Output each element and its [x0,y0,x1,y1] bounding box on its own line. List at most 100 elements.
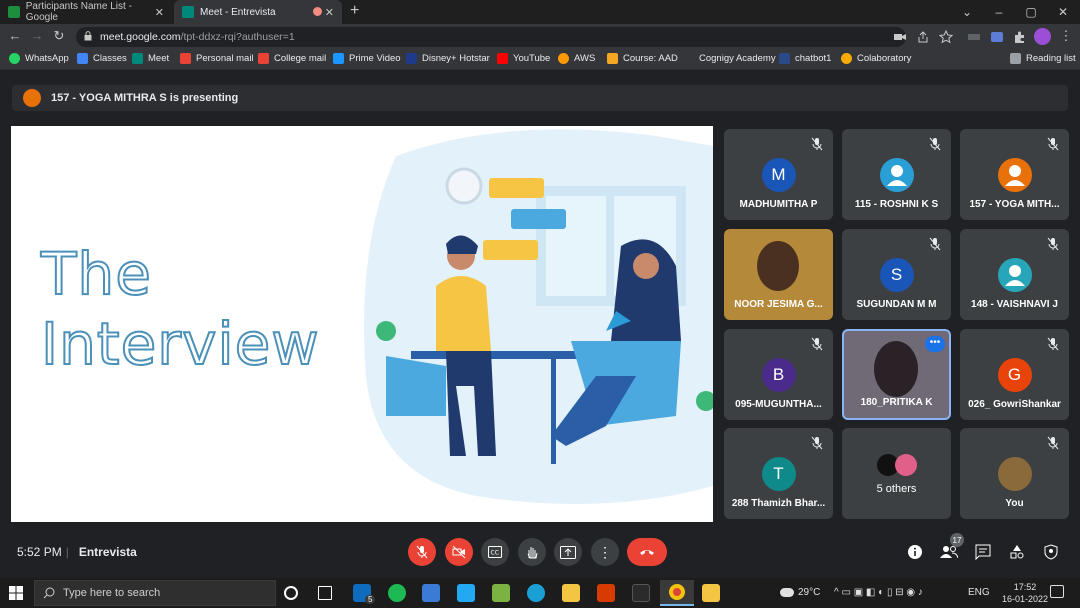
taskbar-search-box[interactable]: Type here to search [34,580,276,606]
tab-title: Participants Name List - Google [25,1,132,23]
bookmark-chatbot1[interactable]: chatbot1 [779,53,831,64]
new-tab-button[interactable]: + [350,2,359,20]
profile-avatar[interactable] [1034,28,1051,45]
presentation-screen: The Interview [11,126,713,522]
participant-tile[interactable]: B 095-MUGUNTHA... [724,329,833,420]
chat-button[interactable] [973,542,993,562]
file-explorer-icon[interactable] [562,584,580,602]
more-options-button[interactable]: ⋮ [591,538,619,566]
participant-tile[interactable]: 148 - VAISHNAVI J [960,229,1069,320]
person-avatar-icon [879,158,914,192]
tab-search-icon[interactable]: ⌄ [950,0,984,24]
captions-button[interactable]: CC [481,538,509,566]
mic-off-icon [811,436,823,450]
participant-avatar: B [761,358,796,392]
bookmark-youtube[interactable]: YouTube [497,53,550,64]
hotstar-icon [406,53,417,64]
colab-icon [841,53,852,64]
tab-title: Meet - Entrevista [200,6,276,18]
self-tile[interactable]: You [960,428,1069,519]
system-clock[interactable]: 17:52 16-01-2022 [1002,581,1048,605]
chrome-taskbar-button[interactable] [660,580,694,606]
bookmark-classes[interactable]: Classes [77,53,127,64]
bookmark-disney-hotstar[interactable]: Disney+ Hotstar [406,53,490,64]
reading-list-button[interactable]: Reading list [1010,53,1076,64]
participant-tile[interactable]: S SUGUNDAN M M [842,229,951,320]
bookmark-whatsapp[interactable]: WhatsApp [9,53,69,64]
notifications-icon[interactable] [1050,585,1064,598]
bookmark-label: YouTube [513,53,551,64]
bookmark-label: Meet [148,53,170,64]
share-icon[interactable] [916,30,930,44]
participant-video-tile-pinned[interactable]: ••• 180_PRITIKA K [842,329,951,420]
spotify-icon[interactable] [388,584,406,602]
bookmark-college-mail[interactable]: College mail [258,53,326,64]
url-path: /tpt-ddxz-rqi?authuser=1 [180,31,295,43]
reading-list-icon [1010,53,1021,64]
participant-tile[interactable]: M MADHUMITHA P [724,129,833,220]
weather-widget[interactable]: 29°C [780,587,820,598]
reload-button[interactable]: ↻ [50,28,68,44]
participant-name: 026_ GowriShankar [968,399,1061,410]
input-language[interactable]: ENG [968,587,990,598]
leave-call-button[interactable] [627,538,667,566]
cortana-icon[interactable] [284,586,298,600]
bookmark-star-icon[interactable] [939,30,953,44]
close-window-button[interactable]: ✕ [1046,0,1080,24]
mic-off-icon [811,337,823,351]
others-tile[interactable]: 5 others [842,428,951,519]
activities-button[interactable] [1007,542,1027,562]
app-icon[interactable] [632,584,650,602]
bookmark-aws[interactable]: AWS [558,53,595,64]
meet-extension-icon[interactable] [990,30,1004,44]
back-button[interactable]: ← [6,28,24,43]
camera-icon[interactable] [893,30,907,44]
camera-toggle-button[interactable] [445,538,473,566]
bookmark-label: Classes [93,53,127,64]
participant-tile[interactable]: 115 - ROSHNI K S [842,129,951,220]
bookmark-prime-video[interactable]: Prime Video [333,53,401,64]
bookmark-personal-mail[interactable]: Personal mail [180,53,254,64]
maximize-button[interactable]: ▢ [1014,0,1048,24]
menu-icon[interactable]: ⋮ [1057,28,1075,44]
participant-video [874,341,918,397]
participant-video-tile[interactable]: NOOR JESIMA G... [724,229,833,320]
address-bar[interactable]: meet.google.com/tpt-ddxz-rqi?authuser=1 [76,27,906,47]
raise-hand-button[interactable] [518,538,546,566]
tab-meet[interactable]: Meet - Entrevista ✕ [174,0,342,24]
windows-start-icon[interactable] [9,586,23,600]
edge-icon[interactable] [527,584,545,602]
sheets-icon [8,6,20,18]
vscode-icon[interactable] [457,584,475,602]
forward-button[interactable]: → [28,28,46,43]
participant-tile[interactable]: G 026_ GowriShankar [960,329,1069,420]
close-tab-icon[interactable]: ✕ [325,6,334,19]
tab-participants-list[interactable]: Participants Name List - Google ✕ [0,0,172,24]
browser-toolbar: ← → ↻ meet.google.com/tpt-ddxz-rqi?authu… [0,24,1080,50]
sticky-notes-icon[interactable] [702,584,720,602]
participant-tile[interactable]: 157 - YOGA MITH... [960,129,1069,220]
bookmark-cognigy[interactable]: Cognigy Academy [683,53,776,64]
zoom-icon[interactable] [422,584,440,602]
present-now-button[interactable] [554,538,582,566]
office-icon[interactable] [597,584,615,602]
task-view-icon[interactable] [318,586,332,600]
close-tab-icon[interactable]: ✕ [155,6,164,19]
mic-toggle-button[interactable] [408,538,436,566]
minimize-button[interactable]: – [982,0,1016,24]
bookmark-course-aad[interactable]: Course: AAD [607,53,678,64]
bookmark-label: Course: AAD [623,53,678,64]
participant-video [757,241,799,291]
participant-tile[interactable]: T 288 Thamizh Bhar... [724,428,833,519]
meeting-details-button[interactable] [905,542,925,562]
participant-name: SUGUNDAN M M [856,299,937,310]
more-options-icon[interactable]: ••• [925,336,945,352]
bookmark-colaboratory[interactable]: Colaboratory [841,53,911,64]
host-controls-button[interactable] [1041,542,1061,562]
participant-name: 180_PRITIKA K [860,397,933,408]
extension-icon[interactable] [967,30,981,44]
store-icon[interactable] [492,584,510,602]
tray-icons[interactable]: ^ ▭ ▣ ◧ ◐ ▯ ⊟ ◉ ♪ [834,587,923,598]
bookmark-meet[interactable]: Meet [132,53,169,64]
puzzle-icon[interactable] [1013,30,1027,44]
